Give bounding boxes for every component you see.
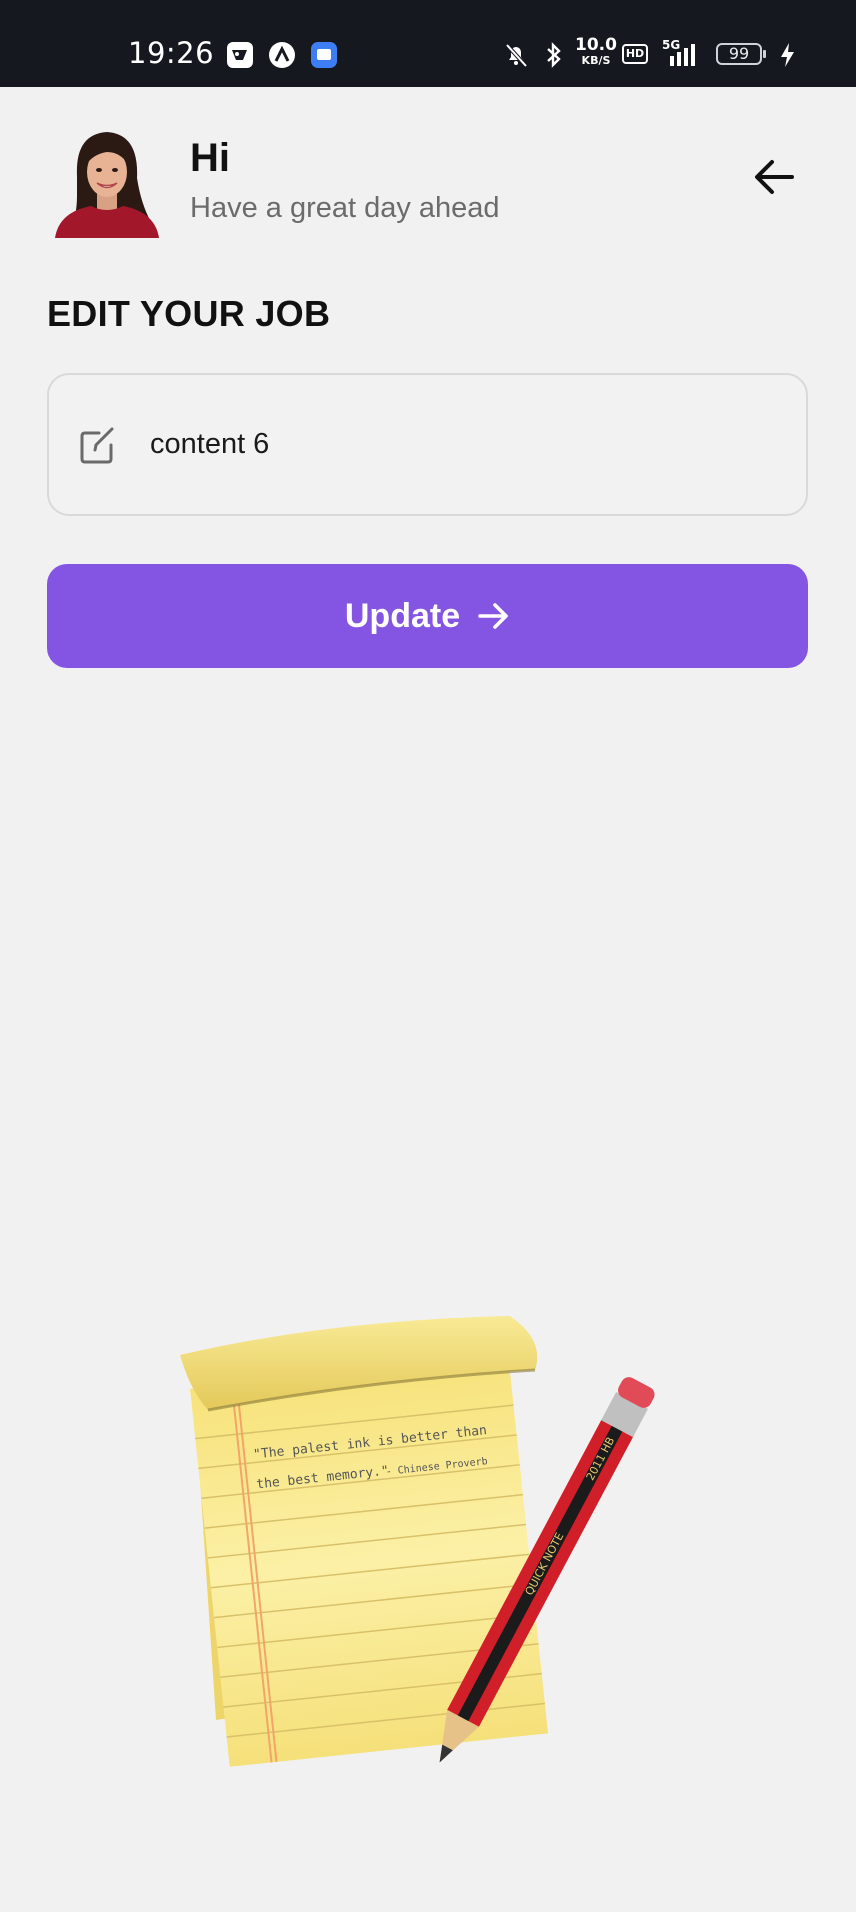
back-button[interactable] (752, 154, 798, 200)
arrow-left-icon (755, 160, 794, 194)
battery-level: 99 (728, 44, 750, 63)
mute-bell-icon (505, 43, 528, 68)
hd-label: HD (625, 47, 645, 60)
update-button-label: Update (344, 596, 461, 635)
status-bar: 19:26 10.0 KB/S HD 5G 99 (0, 0, 856, 87)
bluetooth-icon (547, 42, 561, 68)
job-input-field[interactable] (47, 373, 808, 516)
charging-icon (781, 43, 794, 67)
network-speed: 10.0 KB/S (575, 35, 617, 68)
user-avatar-image (47, 126, 165, 238)
greeting-subtitle: Have a great day ahead (190, 192, 500, 224)
status-time: 19:26 (128, 36, 215, 70)
signal-bars-icon (670, 44, 695, 66)
arrow-right-icon (478, 603, 508, 629)
battery-indicator: 99 (716, 43, 766, 65)
notepad-illustration: "The palest ink is better than the best … (180, 1310, 680, 1800)
update-button[interactable]: Update (47, 564, 808, 668)
a-circle-icon (269, 42, 295, 68)
notepad-pencil-image: "The palest ink is better than the best … (180, 1316, 655, 1767)
page-title: EDIT YOUR JOB (47, 293, 331, 334)
avatar (47, 126, 165, 238)
signal-indicator: 5G (656, 38, 704, 68)
job-input[interactable] (150, 428, 750, 461)
hd-badge: HD (622, 44, 648, 64)
message-app-icon (311, 42, 337, 68)
network-speed-unit: KB/S (581, 54, 611, 67)
network-speed-value: 10.0 (575, 35, 617, 55)
app-notification-icon (227, 42, 253, 68)
edit-icon (80, 427, 114, 464)
greeting-title: Hi (190, 136, 230, 180)
